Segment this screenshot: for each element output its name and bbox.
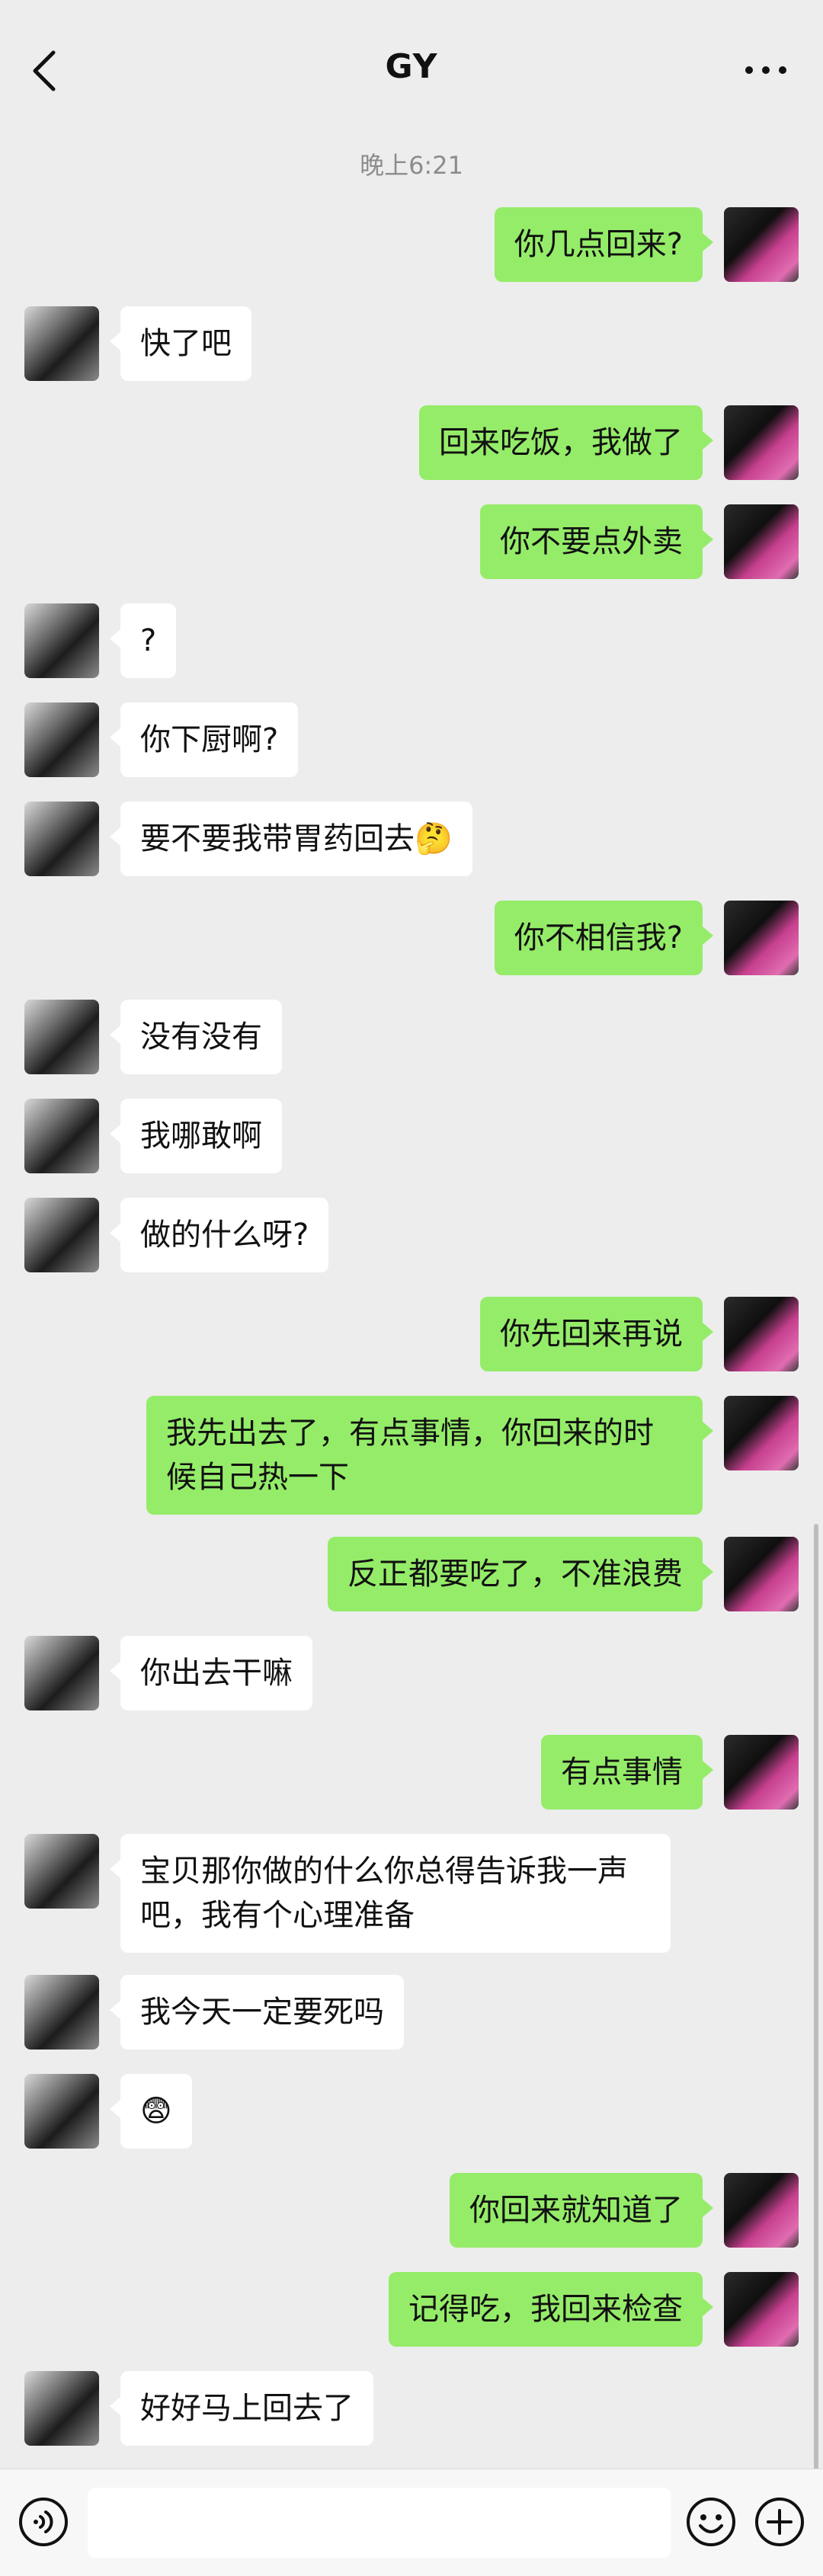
message-bubble[interactable]: 反正都要吃了，不准浪费 <box>328 1537 713 1611</box>
avatar[interactable] <box>724 1735 799 1810</box>
message-bubble[interactable]: 有点事情 <box>541 1735 713 1810</box>
message-bubble[interactable]: ? <box>109 603 177 678</box>
avatar[interactable] <box>724 2173 799 2248</box>
message-bubble[interactable]: 回来吃饭，我做了 <box>419 405 713 480</box>
avatar[interactable] <box>724 1396 799 1470</box>
avatar[interactable] <box>24 306 99 381</box>
message-timestamp: 晚上6:21 <box>360 151 463 180</box>
message-bubble[interactable]: 你下厨啊? <box>109 702 299 777</box>
avatar[interactable] <box>24 2371 99 2446</box>
scrollbar[interactable] <box>814 1524 818 2484</box>
avatar[interactable] <box>24 603 99 678</box>
more-dots-icon <box>745 66 786 74</box>
avatar[interactable] <box>24 1636 99 1710</box>
avatar[interactable] <box>24 1975 99 2050</box>
message-bubble[interactable]: 你先回来再说 <box>480 1297 713 1371</box>
message-bubble[interactable]: 我先出去了，有点事情，你回来的时候自己热一下 <box>146 1396 713 1515</box>
avatar[interactable] <box>724 2272 799 2347</box>
chat-header: GY <box>0 0 823 137</box>
message-bubble[interactable]: 😨 <box>110 2074 192 2149</box>
input-bar <box>0 2469 823 2576</box>
message-bubble[interactable]: 你出去干嘛 <box>110 1636 312 1710</box>
avatar[interactable] <box>724 207 799 282</box>
message-bubble[interactable]: 记得吃，我回来检查 <box>389 2272 713 2347</box>
message-bubble[interactable]: 你回来就知道了 <box>450 2173 713 2248</box>
chat-title: GY <box>385 47 438 86</box>
avatar[interactable] <box>724 405 799 480</box>
message-bubble[interactable]: 快了吧 <box>110 306 251 381</box>
plus-button[interactable] <box>753 2495 806 2549</box>
avatar[interactable] <box>24 1000 99 1074</box>
message-bubble[interactable]: 没有没有 <box>110 1000 282 1074</box>
voice-button[interactable] <box>17 2495 70 2549</box>
message-bubble[interactable]: 你不要点外卖 <box>480 504 713 579</box>
message-bubble[interactable]: 宝贝那你做的什么你总得告诉我一声吧，我有个心理准备 <box>110 1834 671 1953</box>
message-bubble[interactable]: 要不要我带胃药回去🤔 <box>110 802 472 876</box>
message-bubble[interactable]: 我哪敢啊 <box>110 1099 282 1173</box>
avatar[interactable] <box>724 901 799 975</box>
message-bubble[interactable]: 好好马上回去了 <box>110 2371 373 2446</box>
message-list[interactable]: 晚上6:21 你几点回来? 快了吧 回来吃饭，我做了 你不要点外卖 ? 你下厨啊… <box>0 137 823 2469</box>
message-input[interactable] <box>88 2488 671 2558</box>
avatar[interactable] <box>724 1537 799 1611</box>
avatar[interactable] <box>24 702 99 777</box>
avatar[interactable] <box>24 2074 99 2149</box>
avatar[interactable] <box>24 802 99 876</box>
avatar[interactable] <box>24 1198 99 1272</box>
message-bubble[interactable]: 做的什么呀? <box>109 1198 329 1272</box>
voice-icon <box>19 2498 68 2546</box>
avatar[interactable] <box>724 1297 799 1371</box>
emoji-icon <box>687 2498 735 2546</box>
avatar[interactable] <box>24 1834 99 1909</box>
avatar[interactable] <box>24 1099 99 1173</box>
emoji-button[interactable] <box>684 2495 738 2549</box>
message-bubble[interactable]: 我今天一定要死吗 <box>110 1975 404 2050</box>
plus-icon <box>755 2498 804 2546</box>
message-bubble[interactable]: 你不相信我? <box>494 901 714 975</box>
avatar[interactable] <box>724 504 799 579</box>
message-bubble[interactable]: 你几点回来? <box>494 207 714 282</box>
more-button[interactable] <box>739 55 793 85</box>
